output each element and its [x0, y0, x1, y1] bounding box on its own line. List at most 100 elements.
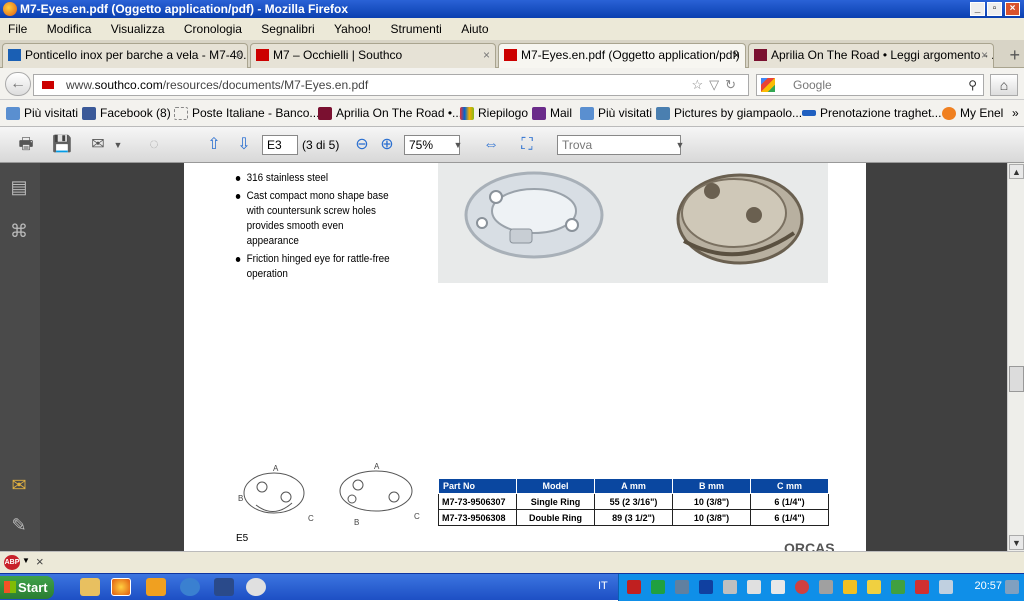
usb-icon[interactable]: [819, 580, 833, 594]
adblock-icon[interactable]: ABP: [4, 555, 20, 570]
adblock-dropdown-icon[interactable]: ▼: [22, 556, 30, 565]
search-icon[interactable]: ⚲: [968, 75, 977, 95]
comments-icon[interactable]: ✉: [8, 475, 30, 497]
page-number-input[interactable]: E3: [262, 135, 298, 155]
bookmark-star-icon[interactable]: ☆: [691, 77, 709, 92]
security-icon[interactable]: [915, 580, 929, 594]
bookmark-label: Più visitati: [598, 106, 653, 120]
menu-segnalibri[interactable]: Segnalibri: [261, 22, 314, 36]
close-tab-icon[interactable]: ×: [235, 44, 242, 67]
scrollbar-thumb[interactable]: [1009, 366, 1024, 392]
column-header: A mm: [594, 478, 673, 494]
close-tab-icon[interactable]: ×: [981, 44, 988, 67]
users-icon[interactable]: [867, 580, 881, 594]
chrome-icon[interactable]: [246, 578, 266, 596]
bookmark-piu-visitati[interactable]: Più visitati: [6, 100, 78, 126]
column-header: Part No: [438, 478, 517, 494]
signal-icon[interactable]: [843, 580, 857, 594]
bookmark-mail[interactable]: Mail: [532, 100, 572, 126]
site-identity-icon[interactable]: [42, 81, 54, 89]
address-bar[interactable]: www.southco.com/resources/documents/M7-E…: [33, 74, 749, 96]
clipboard-icon[interactable]: [771, 580, 785, 594]
find-input[interactable]: Trova: [557, 135, 681, 155]
zoom-dropdown-icon[interactable]: ▼: [448, 135, 468, 155]
remote-desktop-icon[interactable]: [214, 578, 234, 596]
language-indicator[interactable]: IT: [598, 580, 608, 592]
save-icon[interactable]: 💾: [52, 135, 72, 155]
tab-aprilia[interactable]: Aprilia On The Road • Leggi argomento - …: [748, 43, 994, 68]
menu-file[interactable]: File: [8, 22, 27, 36]
menu-strumenti[interactable]: Strumenti: [390, 22, 441, 36]
flag-icon[interactable]: [747, 580, 761, 594]
antivirus-icon[interactable]: [627, 580, 641, 594]
show-desktop-icon[interactable]: [1005, 580, 1019, 594]
zoom-out-icon[interactable]: ⊖: [352, 135, 372, 155]
share-dropdown-icon[interactable]: ▼: [108, 135, 128, 155]
bookmark-facebook[interactable]: Facebook (8): [82, 100, 171, 126]
close-tab-icon[interactable]: ×: [483, 44, 490, 67]
fit-width-icon[interactable]: ⇔: [481, 135, 501, 155]
feature-item: Cast compact mono shape base with counte…: [234, 189, 396, 249]
tab-label: M7-Eyes.en.pdf (Oggetto application/pdf): [521, 48, 740, 62]
alert-icon[interactable]: [795, 580, 809, 594]
menu-cronologia[interactable]: Cronologia: [184, 22, 242, 36]
bookmark-label: Aprilia On The Road •...: [336, 106, 463, 120]
print-icon[interactable]: 🖶: [16, 135, 36, 155]
explorer-icon[interactable]: [80, 578, 100, 596]
reload-icon[interactable]: ↻: [725, 77, 742, 92]
vertical-scrollbar[interactable]: ▲ ▼: [1007, 163, 1024, 551]
binoculars-icon[interactable]: ⌘: [8, 221, 30, 243]
scroll-down-icon[interactable]: ▼: [1009, 535, 1024, 550]
search-bar[interactable]: Google ⚲: [756, 74, 984, 96]
google-engine-icon[interactable]: [761, 78, 775, 92]
start-button[interactable]: Start: [0, 576, 54, 599]
monitor-icon[interactable]: [675, 580, 689, 594]
volume-icon[interactable]: [939, 580, 953, 594]
scroll-up-icon[interactable]: ▲: [1009, 164, 1024, 179]
tab-pdf-active[interactable]: M7-Eyes.en.pdf (Oggetto application/pdf)…: [498, 43, 746, 69]
page-icon: [174, 107, 188, 120]
new-tab-button[interactable]: +: [1009, 45, 1020, 66]
history-dropdown-icon[interactable]: ▽: [709, 77, 725, 92]
tray-app-icon[interactable]: [651, 580, 665, 594]
bookmark-piu-visitati-2[interactable]: Più visitati: [580, 100, 653, 126]
share-icon[interactable]: ✉: [88, 135, 108, 155]
bookmark-prenotazione[interactable]: Prenotazione traghet...: [802, 100, 941, 126]
previous-page-icon[interactable]: ⇧: [204, 135, 224, 155]
firefox-taskbar-icon[interactable]: [111, 578, 131, 596]
menu-yahoo[interactable]: Yahoo!: [334, 22, 371, 36]
device-icon[interactable]: [723, 580, 737, 594]
attachments-icon[interactable]: ✎: [8, 515, 30, 537]
fit-page-icon[interactable]: ⛶: [517, 135, 537, 155]
close-tab-icon[interactable]: ×: [733, 44, 740, 67]
bluetooth-icon[interactable]: [699, 580, 713, 594]
minimize-button[interactable]: _: [970, 2, 985, 16]
menu-modifica[interactable]: Modifica: [47, 22, 92, 36]
menu-aiuto[interactable]: Aiuto: [461, 22, 488, 36]
bookmark-label: Poste Italiane - Banco...: [192, 106, 320, 120]
menu-visualizza[interactable]: Visualizza: [111, 22, 165, 36]
update-icon[interactable]: [891, 580, 905, 594]
zoom-in-icon[interactable]: ⊕: [377, 135, 397, 155]
media-player-icon[interactable]: [146, 578, 166, 596]
close-window-button[interactable]: ×: [1005, 2, 1020, 16]
bookmarks-overflow-button[interactable]: »: [1000, 100, 1019, 126]
bookmark-poste[interactable]: Poste Italiane - Banco...: [174, 100, 320, 126]
next-page-icon[interactable]: ⇩: [234, 135, 254, 155]
tab-southco-occhielli[interactable]: M7 – Occhielli | Southco ×: [250, 43, 496, 68]
clock[interactable]: 20:57: [974, 580, 1002, 592]
pages-icon[interactable]: ▤: [8, 177, 30, 199]
bookmark-riepilogo[interactable]: Riepilogo: [460, 100, 528, 126]
network-icon[interactable]: [180, 578, 200, 596]
tab-ponticello[interactable]: Ponticello inox per barche a vela - M7-4…: [2, 43, 248, 68]
bookmark-my-enel[interactable]: My Enel: [942, 100, 1003, 126]
find-dropdown-icon[interactable]: ▼: [670, 135, 690, 155]
back-button[interactable]: ←: [5, 72, 31, 96]
bookmark-aprilia[interactable]: Aprilia On The Road •...: [318, 100, 463, 126]
product-photo: [438, 163, 828, 283]
maximize-button[interactable]: ▫: [987, 2, 1002, 16]
close-addon-bar-button[interactable]: ×: [36, 554, 44, 569]
bookmark-pictures[interactable]: Pictures by giampaolo...: [656, 100, 802, 126]
system-tray: 20:57: [618, 574, 1024, 601]
home-button[interactable]: ⌂: [990, 74, 1018, 96]
